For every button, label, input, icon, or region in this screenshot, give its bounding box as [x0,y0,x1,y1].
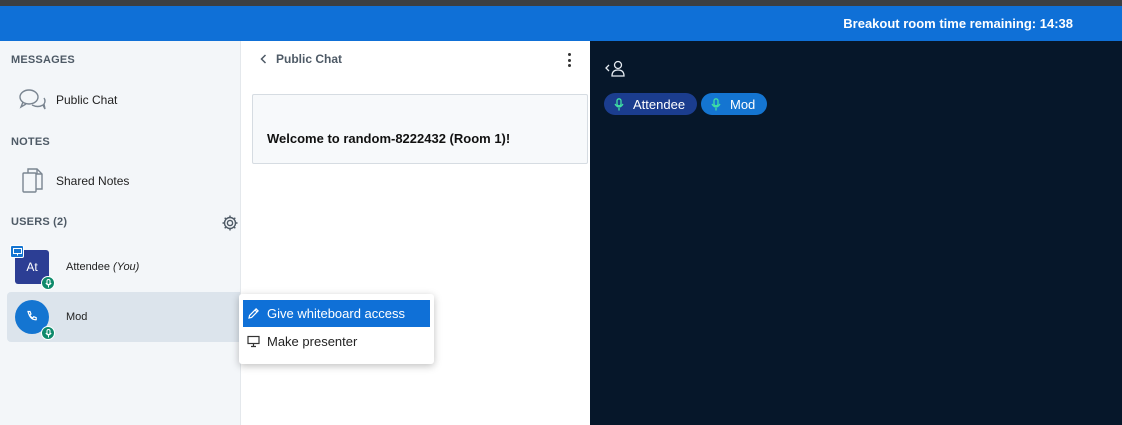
breakout-timer-text: Breakout room time remaining: 14:38 [843,16,1073,31]
microphone-icon [612,97,626,111]
chat-title: Public Chat [276,52,343,66]
notes-section-title: NOTES [11,136,50,148]
avatar-initials: At [26,260,38,274]
chat-back-button[interactable]: Public Chat [258,52,342,66]
user-options-menu: Give whiteboard access Make presenter [239,294,434,364]
messages-section-title: MESSAGES [11,54,75,66]
menu-item-label: Give whiteboard access [267,306,406,321]
public-chat-label: Public Chat [56,93,118,107]
talker-name: Mod [730,96,756,112]
sidebar: MESSAGES Public Chat NOTES Shared Notes … [0,41,240,425]
microphone-icon [709,97,723,111]
chat-bubbles-icon [14,85,50,115]
sidebar-item-shared-notes[interactable]: Shared Notes [8,162,234,200]
menu-item-label: Make presenter [267,334,358,349]
talking-indicator-attendee[interactable]: Attendee [604,93,698,115]
media-area: Attendee Mod [590,41,1122,425]
microphone-icon [41,326,55,340]
breakout-timer-banner: Breakout room time remaining: 14:38 [0,6,1122,41]
chevron-left-icon [260,54,267,64]
gear-icon[interactable] [221,214,239,232]
talker-name: Attendee [633,96,686,112]
chat-panel: Public Chat Welcome to random-8222432 (R… [240,41,590,425]
chat-options-icon[interactable] [563,51,575,69]
presentation-icon [247,335,260,348]
user-row-mod[interactable]: Mod [7,292,240,342]
avatar [15,300,55,340]
user-row-attendee[interactable]: At Attendee (You) [7,242,240,292]
avatar: At [10,245,55,290]
notes-icon [14,166,50,196]
user-name: Attendee [66,261,111,273]
sidebar-item-public-chat[interactable]: Public Chat [8,81,234,119]
shared-notes-label: Shared Notes [56,174,130,188]
phone-icon [26,310,38,325]
toggle-userlist-icon[interactable] [604,59,628,84]
make-presenter-item[interactable]: Make presenter [243,328,430,355]
pencil-icon [248,308,259,319]
welcome-message: Welcome to random-8222432 (Room 1)! [252,94,588,164]
you-label: (You) [113,261,140,273]
user-name: Mod [66,311,88,323]
users-section-title: USERS (2) [11,216,68,228]
welcome-text: Welcome to random-8222432 (Room 1)! [267,130,511,146]
presentation-icon [10,245,24,258]
give-whiteboard-access-item[interactable]: Give whiteboard access [243,300,430,327]
talking-indicator-mod[interactable]: Mod [701,93,768,115]
microphone-icon [41,276,55,290]
